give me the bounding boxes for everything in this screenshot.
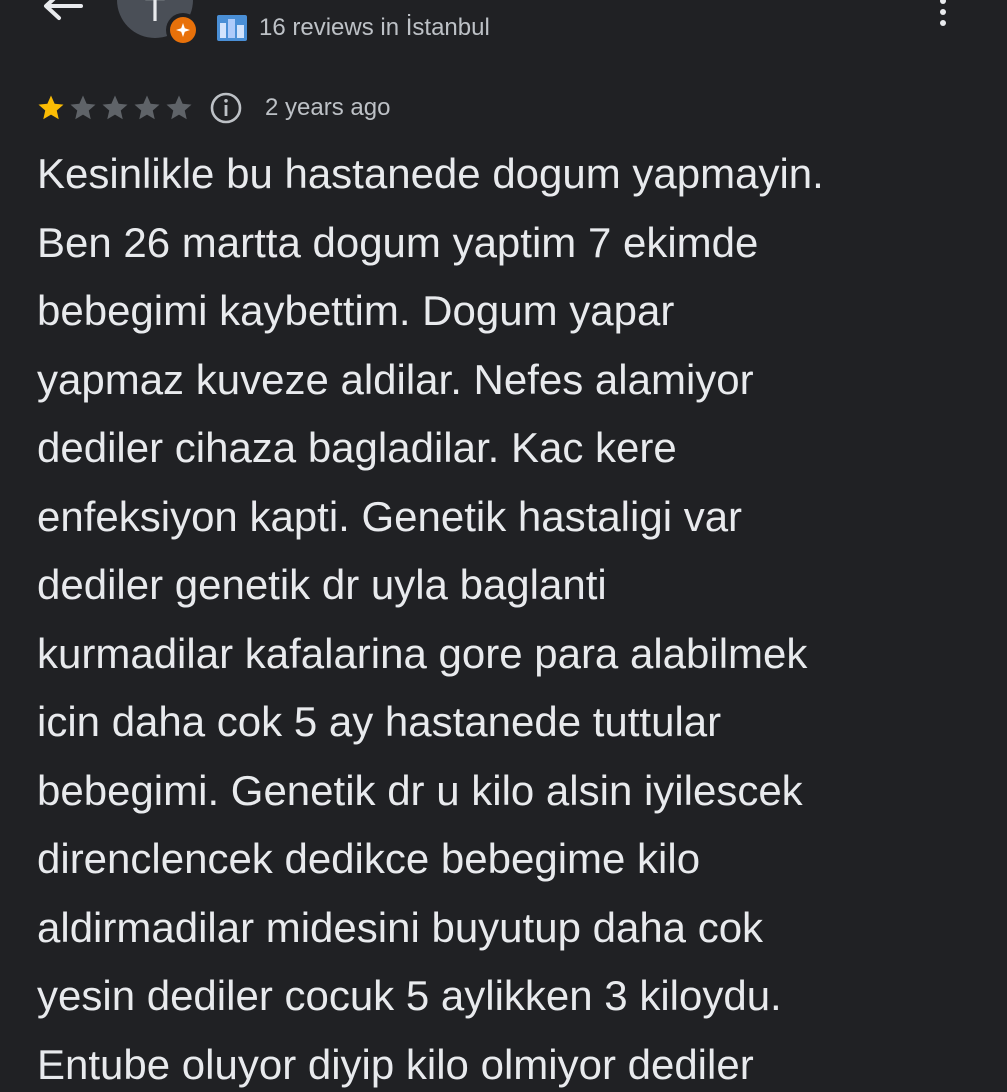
more-vert-icon <box>940 0 946 4</box>
reviewer-meta-text: 16 reviews in İstanbul <box>259 14 490 41</box>
review-time: 2 years ago <box>265 94 391 121</box>
reviewer-meta[interactable]: 16 reviews in İstanbul <box>217 14 490 42</box>
star-rating <box>35 93 195 123</box>
more-vert-icon-dot <box>940 20 946 26</box>
star-empty-icon <box>102 95 128 120</box>
arrow-back-icon <box>44 0 83 20</box>
local-guide-badge-icon <box>170 17 196 43</box>
local-guide-badge <box>166 13 200 47</box>
rating-row: 2 years ago <box>35 90 390 126</box>
more-options-button[interactable] <box>928 0 958 32</box>
info-icon[interactable] <box>209 91 243 125</box>
star-filled-icon <box>38 95 64 120</box>
more-vert-icon-dot <box>940 9 946 15</box>
star-empty-icon <box>166 95 192 120</box>
review-text: Kesinlikle bu hastanede dogum yapmayin. … <box>37 150 824 1088</box>
star-empty-icon <box>70 95 96 120</box>
star-empty-icon <box>134 95 160 120</box>
back-button[interactable] <box>38 0 88 26</box>
city-icon <box>217 15 247 41</box>
avatar-letter: T <box>144 0 166 29</box>
review-header: T 16 reviews in İstanbul <box>0 0 1007 70</box>
